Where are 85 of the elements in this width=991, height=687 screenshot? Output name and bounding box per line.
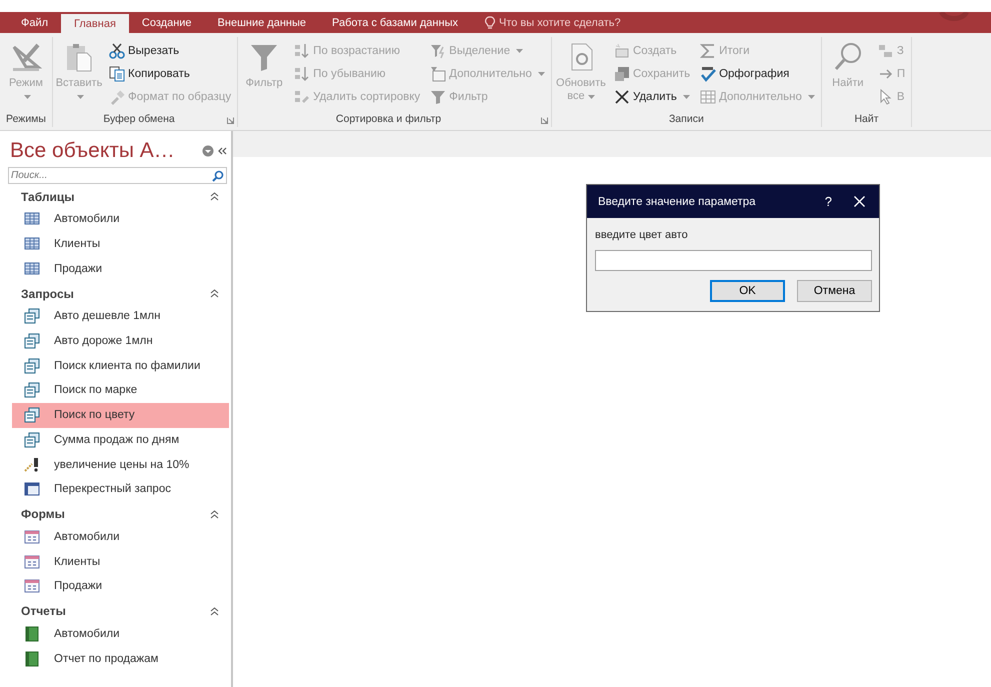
navigation-item[interactable]: Авто дороже 1млн (12, 328, 229, 354)
group-label: Найт (853, 113, 880, 127)
navigation-item[interactable]: Сумма продаж по дням (12, 428, 229, 452)
parameter-input[interactable] (595, 250, 872, 271)
ribbon-tab[interactable]: Внешние данные (204, 12, 320, 33)
funnel-lightning-icon (430, 42, 446, 58)
query-icon (24, 308, 40, 324)
ruler-pencil-icon (10, 41, 42, 73)
navigation-item[interactable]: Авто дешевле 1млн (12, 304, 229, 329)
ribbon-tab[interactable]: Работа с базами данных (319, 12, 471, 33)
sort-ascending-icon (294, 42, 310, 58)
help-button[interactable]: ? (824, 194, 832, 209)
navigation-item[interactable]: Клиенты (12, 549, 229, 574)
sigma-icon (700, 42, 716, 58)
ribbon-button[interactable]: Орфография (698, 62, 817, 85)
form-icon (24, 528, 40, 545)
close-icon[interactable] (854, 196, 865, 207)
ribbon-button[interactable]: Копировать (107, 62, 234, 85)
ribbon-tab[interactable]: Главная (61, 14, 129, 33)
dialog-title: Введите значение параметра (598, 196, 757, 208)
group-label: Сортировка и фильтр (334, 113, 442, 127)
ribbon-tab[interactable]: Создание (128, 12, 205, 33)
dialog-button[interactable]: Отмена (797, 280, 872, 302)
query-icon (24, 407, 40, 424)
crosstab-icon (24, 481, 40, 498)
copy-icon (109, 66, 125, 82)
brush-icon (109, 88, 125, 104)
ribbon-button[interactable]: Удалить (612, 85, 692, 108)
sort-descending-icon (294, 66, 310, 82)
prompt-label: введите цвет авто (594, 228, 689, 241)
dropdown-circle-icon[interactable] (202, 145, 214, 157)
spell-check-icon (700, 66, 716, 82)
scissors-icon (109, 42, 125, 58)
table-icon (24, 211, 40, 228)
navigation-item[interactable]: Поиск по марке (12, 378, 229, 403)
dialog-launcher-icon[interactable] (540, 117, 548, 124)
navigation-item[interactable]: Клиенты (12, 232, 229, 256)
navigation-item[interactable]: Поиск клиента по фамилии (12, 353, 229, 378)
navigation-item[interactable]: Автомобили (12, 207, 229, 232)
ribbon-tab[interactable]: Файл (8, 12, 62, 33)
save-icon (614, 66, 630, 82)
cross-icon (614, 88, 630, 104)
dialog-launcher-icon[interactable] (227, 117, 234, 124)
navigation-item[interactable]: Автомобили (12, 622, 229, 646)
report-icon (24, 650, 40, 667)
group-label: Буфер обмена (102, 113, 176, 127)
collapse-chevron-icon[interactable] (210, 289, 219, 298)
pencil-exclamation-icon (24, 456, 40, 473)
query-icon (24, 432, 40, 448)
grid-icon (700, 88, 716, 104)
tell-me-field[interactable]: Что вы хотите сделать? (498, 16, 621, 28)
navigation-title[interactable]: Все объекты A… (10, 139, 175, 163)
navigation-item[interactable]: Продажи (12, 256, 229, 282)
table-icon (24, 260, 40, 277)
navigation-item[interactable]: Поиск по цвету (12, 402, 229, 428)
collapse-chevron-icon[interactable] (210, 606, 219, 616)
form-icon (24, 554, 40, 570)
navigation-item[interactable]: увеличение цены на 10% (12, 452, 229, 477)
section-header[interactable]: Отчеты (21, 604, 210, 618)
query-icon (24, 382, 40, 398)
filter-form-icon (430, 66, 446, 82)
navigation-item[interactable]: Автомобили (12, 524, 229, 550)
dialog-button[interactable]: OK (710, 280, 785, 302)
table-icon (24, 236, 40, 252)
cursor-icon (878, 88, 894, 104)
navigation-item[interactable]: Перекрестный запрос (12, 476, 229, 502)
collapse-chevron-icon[interactable] (210, 510, 219, 519)
clear-sort-icon (294, 88, 310, 104)
form-icon (24, 578, 40, 594)
ribbon-button[interactable]: Вырезать (107, 39, 234, 62)
new-record-icon (614, 42, 630, 58)
query-icon (24, 333, 40, 350)
collapse-icon[interactable] (218, 147, 227, 155)
navigation-item[interactable]: Продажи (12, 574, 229, 599)
section-header[interactable]: Формы (21, 507, 210, 522)
funnel-icon (430, 88, 446, 104)
group-label: Режимы (5, 113, 47, 127)
collapse-chevron-icon[interactable] (210, 192, 219, 201)
section-header[interactable]: Таблицы (21, 190, 210, 204)
navigation-item[interactable]: Отчет по продажам (12, 646, 229, 671)
query-icon (24, 358, 40, 374)
group-label: Записи (668, 113, 705, 127)
report-icon (24, 626, 40, 642)
lightbulb-icon (484, 16, 495, 30)
section-header[interactable]: Запросы (21, 286, 210, 301)
